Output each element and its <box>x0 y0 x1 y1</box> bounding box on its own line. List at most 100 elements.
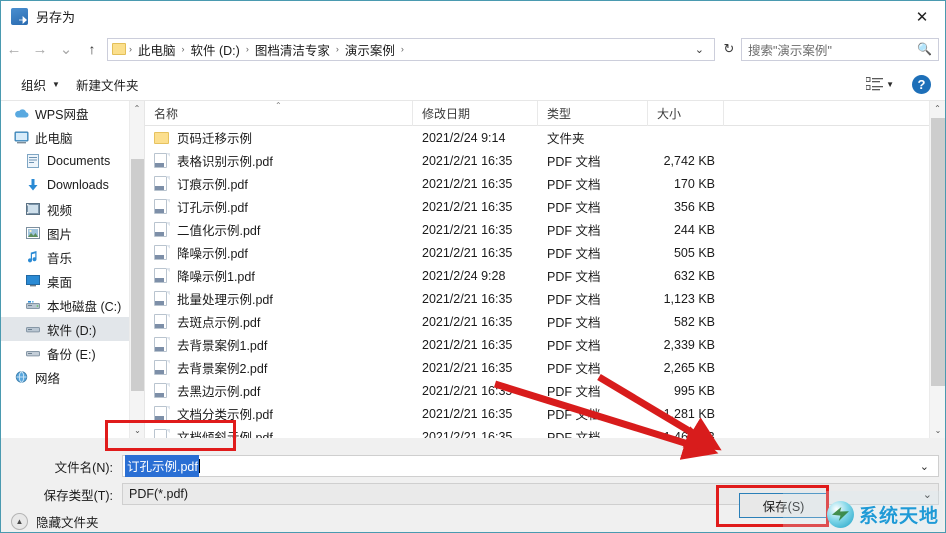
column-header-date[interactable]: 修改日期 <box>413 101 538 126</box>
file-name-cell: 批量处理示例.pdf <box>145 289 413 308</box>
file-name-cell: 订孔示例.pdf <box>145 197 413 216</box>
drive-icon <box>25 297 41 313</box>
file-date-cell: 2021/2/21 16:35 <box>422 176 513 191</box>
sidebar-item-label: 桌面 <box>47 275 73 290</box>
file-size-cell: 244 KB <box>673 222 715 237</box>
table-row[interactable]: 去背景案例2.pdf 2021/2/21 16:35 PDF 文档 2,265 KB <box>145 356 945 379</box>
sidebar-item-local-disk-c[interactable]: 本地磁盘 (C:) <box>1 293 144 317</box>
table-row[interactable]: 表格识别示例.pdf 2021/2/21 16:35 PDF 文档 2,742 KB <box>145 149 945 172</box>
table-row[interactable]: 去黑边示例.pdf 2021/2/21 16:35 PDF 文档 995 KB <box>145 379 945 402</box>
file-name-cell: 去背景案例1.pdf <box>145 335 413 354</box>
column-header-size[interactable]: 大小 <box>648 101 724 126</box>
hide-folders-button[interactable]: ▲ 隐藏文件夹 <box>11 512 99 531</box>
organize-button[interactable]: 组织 ▼ <box>13 71 68 98</box>
text-caret <box>198 459 200 473</box>
sidebar-item-label: Downloads <box>47 178 109 192</box>
help-button[interactable]: ? <box>912 74 931 94</box>
table-row[interactable]: 降噪示例1.pdf 2021/2/24 9:28 PDF 文档 632 KB <box>145 264 945 287</box>
sidebar-item-pictures[interactable]: 图片 <box>1 221 144 245</box>
table-row[interactable]: 批量处理示例.pdf 2021/2/21 16:35 PDF 文档 1,123 KB <box>145 287 945 310</box>
chevron-down-icon[interactable]: ⌄ <box>689 43 710 56</box>
sidebar-item-wps-cloud[interactable]: WPS网盘 <box>1 101 144 125</box>
list-view-icon[interactable] <box>866 77 884 91</box>
breadcrumb-item-3[interactable]: 演示案例 <box>340 40 400 59</box>
sidebar-item-videos[interactable]: 视频 <box>1 197 144 221</box>
file-list-scroll-thumb[interactable] <box>931 118 945 386</box>
forward-button[interactable]: → <box>27 36 53 62</box>
sidebar-item-network[interactable]: 网络 <box>1 365 144 389</box>
back-button[interactable]: ← <box>1 36 27 62</box>
scroll-down-icon[interactable]: ⌄ <box>130 423 144 438</box>
file-list-scrollbar[interactable]: ⌃ ⌄ <box>929 101 945 438</box>
file-date-cell: 2021/2/21 16:35 <box>422 245 513 260</box>
column-headers: 名称 ⌃ 修改日期 类型 大小 <box>145 101 945 126</box>
sort-ascending-icon: ⌃ <box>275 101 282 110</box>
sidebar-scrollbar[interactable]: ⌃ ⌄ <box>129 101 144 438</box>
column-header-type[interactable]: 类型 <box>538 101 648 126</box>
filetype-value: PDF(*.pdf) <box>129 487 189 501</box>
scroll-up-icon[interactable]: ⌃ <box>930 101 945 116</box>
file-date-cell: 2021/2/21 16:35 <box>422 314 513 329</box>
scroll-up-icon[interactable]: ⌃ <box>130 101 144 116</box>
scroll-down-icon[interactable]: ⌄ <box>930 423 945 438</box>
file-name-label: 去背景案例2.pdf <box>177 362 268 376</box>
breadcrumb-item-0[interactable]: 此电脑 <box>133 40 181 59</box>
table-row[interactable]: 去背景案例1.pdf 2021/2/21 16:35 PDF 文档 2,339 KB <box>145 333 945 356</box>
search-box[interactable]: 搜索"演示案例" 🔍 <box>741 37 939 61</box>
sidebar-item-downloads[interactable]: Downloads <box>1 173 144 197</box>
chevron-down-icon: ▼ <box>52 79 60 89</box>
command-bar: 组织 ▼ 新建文件夹 ▼ ? <box>1 68 945 101</box>
sidebar-item-desktop[interactable]: 桌面 <box>1 269 144 293</box>
file-name-label: 去黑边示例.pdf <box>177 385 261 399</box>
table-row[interactable]: 订孔示例.pdf 2021/2/21 16:35 PDF 文档 356 KB <box>145 195 945 218</box>
file-type-cell: PDF 文档 <box>547 431 601 438</box>
table-row[interactable]: 文档倾斜示例.pdf 2021/2/21 16:35 PDF 文档 1,462 KB <box>145 425 945 438</box>
pdf-icon <box>154 359 170 376</box>
sidebar-item-backup-e[interactable]: 备份 (E:) <box>1 341 144 365</box>
new-folder-button[interactable]: 新建文件夹 <box>68 71 147 98</box>
table-row[interactable]: 去斑点示例.pdf 2021/2/21 16:35 PDF 文档 582 KB <box>145 310 945 333</box>
refresh-icon[interactable]: ↻ <box>717 37 741 61</box>
navigation-bar: ← → ⌄ ↑ › 此电脑 › 软件 (D:) › 图档清洁专家 › 演示案例 … <box>1 32 945 66</box>
file-name-cell: 二值化示例.pdf <box>145 220 413 239</box>
recent-locations-button[interactable]: ⌄ <box>53 36 79 62</box>
drive-icon <box>25 321 41 337</box>
file-type-cell: PDF 文档 <box>547 270 601 284</box>
sidebar-item-music[interactable]: 音乐 <box>1 245 144 269</box>
breadcrumb-item-2[interactable]: 图档清洁专家 <box>250 40 335 59</box>
file-size-cell: 1,123 KB <box>663 291 715 306</box>
folder-icon <box>112 43 126 55</box>
chevron-down-icon[interactable]: ⌄ <box>913 460 936 473</box>
column-header-name[interactable]: 名称 ⌃ <box>145 101 413 126</box>
filename-input[interactable]: 订孔示例.pdf ⌄ <box>122 455 939 477</box>
sidebar-item-documents[interactable]: Documents <box>1 149 144 173</box>
sidebar-item-software-d[interactable]: 软件 (D:) <box>1 317 144 341</box>
file-date-cell: 2021/2/21 16:35 <box>422 383 513 398</box>
view-chevron-down-icon[interactable]: ▼ <box>886 80 894 89</box>
save-button[interactable]: 保存(S) <box>739 493 828 518</box>
file-name-label: 二值化示例.pdf <box>177 224 261 238</box>
table-row[interactable]: 文档分类示例.pdf 2021/2/21 16:35 PDF 文档 1,281 KB <box>145 402 945 425</box>
address-bar[interactable]: › 此电脑 › 软件 (D:) › 图档清洁专家 › 演示案例 › ⌄ <box>107 37 715 61</box>
sidebar-item-label: 软件 (D:) <box>47 323 97 338</box>
sidebar-item-this-pc[interactable]: 此电脑 <box>1 125 144 149</box>
sidebar-scroll-thumb[interactable] <box>131 159 144 391</box>
filename-label: 文件名(N): <box>54 460 113 475</box>
search-input[interactable]: 搜索"演示案例" <box>748 40 917 59</box>
close-icon[interactable]: ✕ <box>899 1 945 32</box>
breadcrumb-item-1[interactable]: 软件 (D:) <box>186 40 245 59</box>
file-date-cell: 2021/2/21 16:35 <box>422 199 513 214</box>
table-row[interactable]: 二值化示例.pdf 2021/2/21 16:35 PDF 文档 244 KB <box>145 218 945 241</box>
sidebar-item-label: 网络 <box>35 371 61 386</box>
file-name-label: 页码迁移示例 <box>177 132 253 146</box>
file-name-label: 批量处理示例.pdf <box>177 293 273 307</box>
pdf-icon <box>154 198 170 215</box>
file-size-cell: 2,742 KB <box>663 153 715 168</box>
table-row[interactable]: 降噪示例.pdf 2021/2/21 16:35 PDF 文档 505 KB <box>145 241 945 264</box>
table-row[interactable]: 页码迁移示例 2021/2/24 9:14 文件夹 <box>145 126 945 149</box>
up-button[interactable]: ↑ <box>79 36 105 62</box>
file-name-label: 文档倾斜示例.pdf <box>177 431 273 438</box>
file-name-cell: 订痕示例.pdf <box>145 174 413 193</box>
file-name-cell: 去斑点示例.pdf <box>145 312 413 331</box>
table-row[interactable]: 订痕示例.pdf 2021/2/21 16:35 PDF 文档 170 KB <box>145 172 945 195</box>
